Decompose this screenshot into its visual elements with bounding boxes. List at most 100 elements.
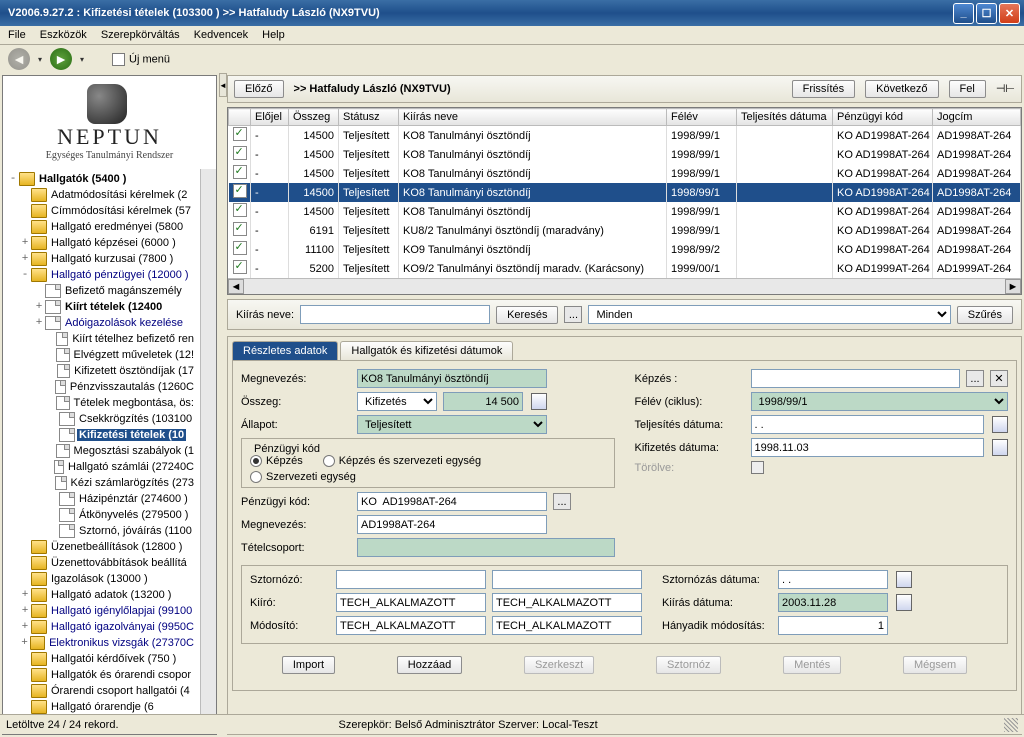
close-button[interactable]: ✕: [999, 3, 1020, 24]
resize-grip[interactable]: [1004, 718, 1018, 732]
allapot-dropdown[interactable]: Teljesített: [357, 415, 547, 434]
grid-row[interactable]: -14500TeljesítettKO8 Tanulmányi ösztöndí…: [229, 183, 1021, 202]
osszeg-dropdown[interactable]: Kifizetés: [357, 392, 437, 411]
tree-item[interactable]: Átkönyvelés (279500 ): [77, 509, 190, 521]
storno-button[interactable]: Sztornóz: [656, 656, 721, 674]
tree-item[interactable]: Hallgató eredményei (5800: [49, 221, 185, 233]
next-button[interactable]: Következő: [865, 80, 938, 98]
telj-input[interactable]: [751, 415, 985, 434]
tree-item[interactable]: Igazolások (13000 ): [49, 573, 150, 585]
tab-dates[interactable]: Hallgatók és kifizetési dátumok: [340, 341, 513, 360]
calendar-icon[interactable]: [896, 571, 912, 588]
tree-item[interactable]: Sztornó, jóváírás (1100: [77, 525, 194, 537]
tree-item[interactable]: Kézi számlarögzítés (273: [69, 477, 197, 489]
prev-button[interactable]: Előző: [234, 80, 284, 98]
splitter-handle[interactable]: ◄: [219, 73, 227, 97]
row-checkbox[interactable]: [233, 260, 247, 274]
nav-tree[interactable]: -Hallgatók (5400 ) Adatmódosítási kérelm…: [3, 169, 200, 734]
grid-header[interactable]: Teljesítés dátuma: [737, 109, 833, 126]
save-button[interactable]: Mentés: [783, 656, 841, 674]
tree-item[interactable]: Csekkrögzítés (103100: [77, 413, 194, 425]
minimize-button[interactable]: _: [953, 3, 974, 24]
tree-item[interactable]: Kiírt tételek (12400: [63, 301, 164, 313]
row-checkbox[interactable]: [233, 203, 247, 217]
tree-item[interactable]: Adóigazolások kezelése: [63, 317, 185, 329]
kiiro-input2[interactable]: [492, 593, 642, 612]
import-button[interactable]: Import: [282, 656, 335, 674]
tree-item[interactable]: Hallgatói kérdőívek (750 ): [49, 653, 178, 665]
kepzes-clear-button[interactable]: ✕: [990, 370, 1008, 387]
pin-icon[interactable]: ⊣⊢: [996, 82, 1015, 96]
grid-header[interactable]: Státusz: [339, 109, 399, 126]
kif-input[interactable]: [751, 438, 985, 457]
szd-input[interactable]: [778, 570, 888, 589]
tab-details[interactable]: Részletes adatok: [232, 341, 338, 360]
grid-header[interactable]: Kiírás neve: [399, 109, 667, 126]
tree-item[interactable]: Elektronikus vizsgák (27370C: [47, 637, 196, 649]
grid-row[interactable]: -5200TeljesítettKO9/2 Tanulmányi ösztönd…: [229, 259, 1021, 278]
tree-item[interactable]: Házipénztár (274600 ): [77, 493, 190, 505]
radio-kepzes-szervezeti[interactable]: [323, 455, 335, 467]
pkod-browse-button[interactable]: ...: [553, 493, 571, 510]
tcs-input[interactable]: [357, 538, 615, 557]
tree-item[interactable]: Befizető magánszemély: [63, 285, 184, 297]
menu-help[interactable]: Help: [262, 29, 285, 41]
tree-item[interactable]: Hallgató pénzügyei (12000 ): [49, 269, 191, 281]
maximize-button[interactable]: ☐: [976, 3, 997, 24]
search-button[interactable]: Keresés: [496, 306, 558, 324]
grid-hscroll[interactable]: ◄►: [228, 278, 1021, 294]
tree-item[interactable]: Üzenetbeállítások (12800 ): [49, 541, 184, 553]
grid-row[interactable]: -11100TeljesítettKO9 Tanulmányi ösztöndí…: [229, 240, 1021, 259]
row-checkbox[interactable]: [233, 146, 247, 160]
tree-item[interactable]: Tételek megbontása, ös:: [72, 397, 196, 409]
menu-favorites[interactable]: Kedvencek: [194, 29, 248, 41]
sztornozo-input2[interactable]: [492, 570, 642, 589]
hm-input[interactable]: [778, 616, 888, 635]
grid-header[interactable]: Pénzügyi kód: [833, 109, 933, 126]
tree-item[interactable]: Üzenettovábbítások beállítá: [49, 557, 189, 569]
grid-row[interactable]: -14500TeljesítettKO8 Tanulmányi ösztöndí…: [229, 164, 1021, 183]
tree-item[interactable]: Hallgató számlái (27240C: [66, 461, 196, 473]
grid-header[interactable]: Összeg: [289, 109, 339, 126]
mod-input1[interactable]: [336, 616, 486, 635]
grid-header[interactable]: Előjel: [251, 109, 289, 126]
add-button[interactable]: Hozzáad: [397, 656, 462, 674]
grid-header[interactable]: Jogcím: [933, 109, 1021, 126]
search-input[interactable]: [300, 305, 490, 324]
tree-item[interactable]: Hallgató igazolványai (9950C: [49, 621, 196, 633]
grid-header[interactable]: Félév: [667, 109, 737, 126]
calendar-icon[interactable]: [992, 439, 1008, 456]
kepzes-input[interactable]: [751, 369, 961, 388]
tree-item[interactable]: Hallgató igénylőlapjai (99100: [49, 605, 194, 617]
pkod-input[interactable]: [357, 492, 547, 511]
edit-button[interactable]: Szerkeszt: [524, 656, 594, 674]
tree-item-selected[interactable]: Kifizetési tételek (10: [77, 429, 186, 441]
menu-tools[interactable]: Eszközök: [40, 29, 87, 41]
kepzes-browse-button[interactable]: ...: [966, 370, 984, 387]
grid-row[interactable]: -14500TeljesítettKO8 Tanulmányi ösztöndí…: [229, 145, 1021, 164]
tree-item[interactable]: Címmódosítási kérelmek (57: [49, 205, 193, 217]
kd-input[interactable]: [778, 593, 888, 612]
tree-item[interactable]: Kiírt tételhez befizető ren: [70, 333, 196, 345]
kiiro-input1[interactable]: [336, 593, 486, 612]
nav-forward-button[interactable]: ►: [50, 48, 72, 70]
osszeg-input[interactable]: [443, 392, 523, 411]
megnevezes-input[interactable]: [357, 369, 547, 388]
mod-input2[interactable]: [492, 616, 642, 635]
grid-row[interactable]: -6191TeljesítettKU8/2 Tanulmányi ösztönd…: [229, 221, 1021, 240]
menu-file[interactable]: File: [8, 29, 26, 41]
grid-row[interactable]: -14500TeljesítettKO8 Tanulmányi ösztöndí…: [229, 202, 1021, 221]
tree-root[interactable]: Hallgatók (5400 ): [37, 173, 128, 185]
filter-button[interactable]: Szűrés: [957, 306, 1013, 324]
sztornozo-input1[interactable]: [336, 570, 486, 589]
tree-item[interactable]: Adatmódosítási kérelmek (2: [49, 189, 189, 201]
tree-item[interactable]: Megosztási szabályok (1: [72, 445, 196, 457]
tree-item[interactable]: Hallgató órarendje (6: [49, 701, 156, 713]
calendar-icon[interactable]: [896, 594, 912, 611]
tree-item[interactable]: Órarendi csoport hallgatói (4: [49, 685, 192, 697]
nav-back-button[interactable]: ◄: [8, 48, 30, 70]
row-checkbox[interactable]: [233, 241, 247, 255]
tree-item[interactable]: Hallgató adatok (13200 ): [49, 589, 173, 601]
menu-role[interactable]: Szerepkörváltás: [101, 29, 180, 41]
abort-button[interactable]: Mégsem: [903, 656, 967, 674]
